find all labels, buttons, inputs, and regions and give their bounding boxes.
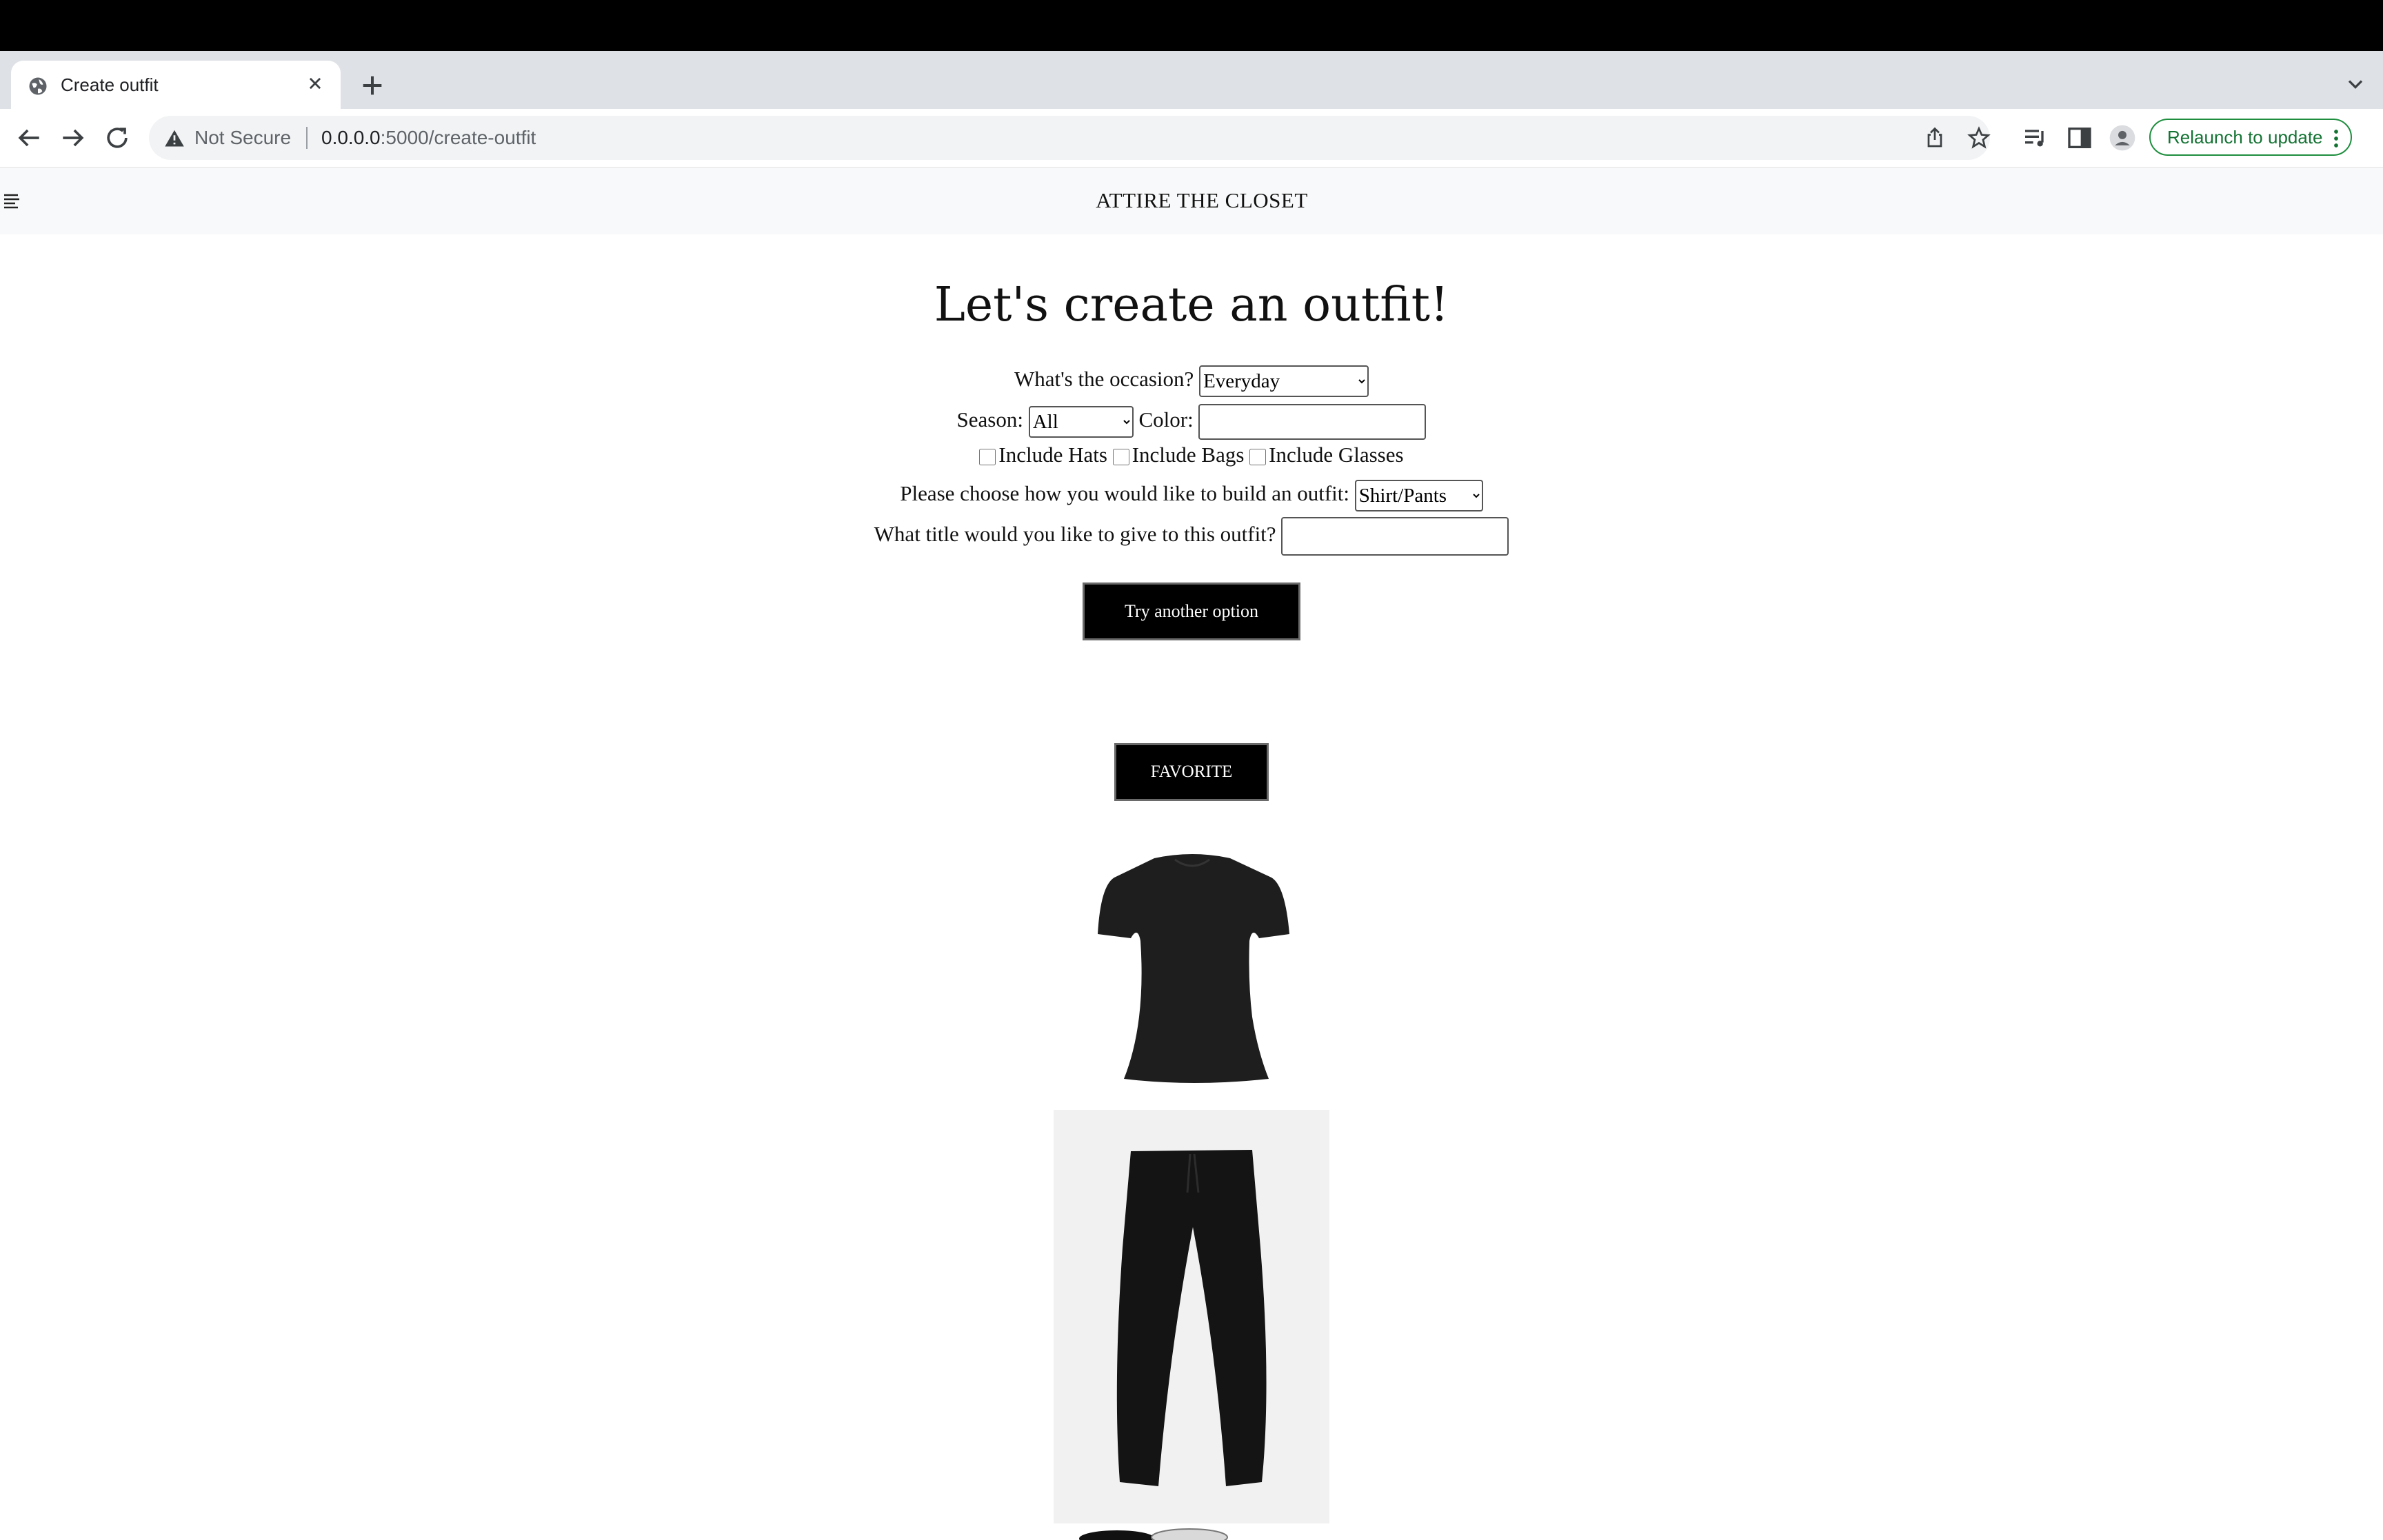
address-separator xyxy=(306,127,308,149)
include-hats-checkbox[interactable] xyxy=(979,448,996,465)
relaunch-button[interactable]: Relaunch to update xyxy=(2149,119,2352,156)
star-icon[interactable] xyxy=(1967,125,1991,150)
url-path: :5000/create-outfit xyxy=(380,127,536,148)
close-icon[interactable] xyxy=(303,72,327,95)
season-label: Season: xyxy=(956,407,1023,432)
shoes-image xyxy=(1079,1528,1228,1540)
occasion-row: What's the occasion? Everyday xyxy=(0,365,2383,397)
media-icon[interactable] xyxy=(2022,124,2049,152)
include-row: Include Hats Include Bags Include Glasse… xyxy=(0,443,2383,467)
outfit-title-input[interactable] xyxy=(1281,517,1509,556)
back-arrow-icon[interactable] xyxy=(14,123,44,153)
include-glasses-checkbox[interactable] xyxy=(1249,448,1267,465)
forward-arrow-icon[interactable] xyxy=(58,123,88,153)
reload-icon[interactable] xyxy=(102,123,132,153)
os-menu-bar xyxy=(0,0,2383,51)
site-navbar: ATTIRE THE CLOSET xyxy=(0,168,2383,234)
globe-icon xyxy=(29,77,47,95)
browser-tab[interactable]: Create outfit xyxy=(11,61,341,109)
pants-image xyxy=(1054,1110,1329,1523)
side-panel-icon[interactable] xyxy=(2066,124,2093,152)
include-bags-checkbox[interactable] xyxy=(1112,448,1129,465)
color-label: Color: xyxy=(1138,407,1194,432)
relaunch-label: Relaunch to update xyxy=(2167,127,2323,148)
warning-icon[interactable] xyxy=(164,128,185,148)
try-another-option-button[interactable]: Try another option xyxy=(1083,582,1300,640)
page-title: Let's create an outfit! xyxy=(934,278,1449,332)
build-row: Please choose how you would like to buil… xyxy=(0,480,2383,511)
build-select[interactable]: Shirt/Pants xyxy=(1354,480,1483,511)
title-row: What title would you like to give to thi… xyxy=(0,517,2383,556)
security-label[interactable]: Not Secure xyxy=(194,125,291,150)
color-input[interactable] xyxy=(1198,404,1427,440)
address-bar[interactable]: Not Secure 0.0.0.0:5000/create-outfit xyxy=(149,116,1991,160)
title-label: What title would you like to give to thi… xyxy=(874,522,1276,547)
chevron-down-icon[interactable] xyxy=(2343,72,2368,97)
include-hats-label: Include Hats xyxy=(998,443,1107,467)
tab-title: Create outfit xyxy=(61,74,159,95)
url-host: 0.0.0.0 xyxy=(321,127,381,148)
favorite-button[interactable]: FAVORITE xyxy=(1114,743,1269,801)
plus-icon[interactable] xyxy=(359,72,386,99)
include-glasses-label: Include Glasses xyxy=(1269,443,1404,467)
include-bags-label: Include Bags xyxy=(1132,443,1245,467)
url-text[interactable]: 0.0.0.0:5000/create-outfit xyxy=(321,125,536,150)
kebab-menu-icon xyxy=(2334,130,2338,148)
browser-toolbar: Not Secure 0.0.0.0:5000/create-outfit Re… xyxy=(0,109,2383,168)
profile-icon[interactable] xyxy=(2109,124,2136,152)
site-brand[interactable]: ATTIRE THE CLOSET xyxy=(0,188,2383,213)
occasion-label: What's the occasion? xyxy=(1014,367,1194,392)
season-color-row: Season: All Color: xyxy=(0,404,2383,440)
season-select[interactable]: All xyxy=(1028,406,1134,438)
share-icon[interactable] xyxy=(1922,125,1947,150)
build-label: Please choose how you would like to buil… xyxy=(900,481,1350,506)
shirt-image xyxy=(1098,854,1289,1083)
pants-drawing xyxy=(1116,1150,1267,1486)
tab-strip: Create outfit xyxy=(0,51,2383,109)
occasion-select[interactable]: Everyday xyxy=(1199,365,1369,397)
